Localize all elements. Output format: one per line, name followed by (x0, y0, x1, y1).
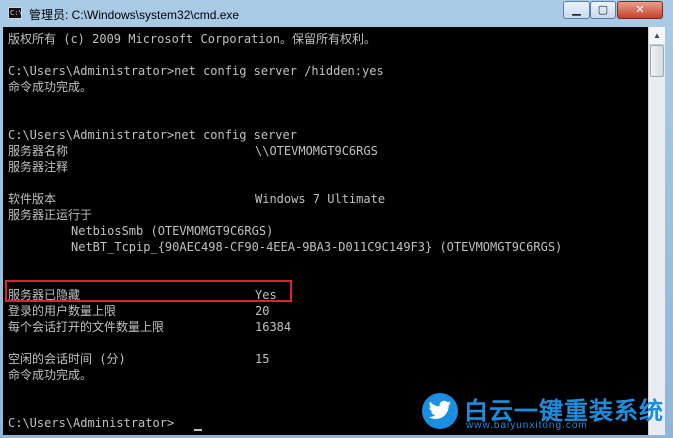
watermark-url: www.baiyunxitong.com (466, 420, 588, 431)
cmd-icon[interactable]: C:\ (8, 7, 23, 19)
transport-netbiossmb: NetbiosSmb (OTEVMOMGT9C6RGS) (71, 224, 274, 238)
console-line: 命令成功完成。 (8, 368, 93, 382)
max-open-files-label: 每个会话打开的文件数量上限 (8, 320, 165, 334)
vertical-scrollbar[interactable]: ▲ (648, 27, 665, 435)
server-name-label: 服务器名称 (8, 144, 69, 158)
close-button[interactable]: ✕ (617, 1, 663, 19)
maximize-button[interactable]: ▢ (590, 1, 616, 19)
software-version-value: Windows 7 Ultimate (255, 192, 386, 206)
console-line: C:\Users\Administrator>net config server… (8, 64, 384, 78)
minimize-icon: ▁ (572, 3, 581, 16)
transport-netbt-tcpip: NetBT_Tcpip_{90AEC498-CF90-4EEA-9BA3-D01… (71, 240, 563, 254)
cmd-window: C:\ 管理员: C:\Windows\system32\cmd.exe ▁ ▢… (0, 0, 673, 438)
console-output[interactable]: 版权所有 (c) 2009 Microsoft Corporation。保留所有… (3, 27, 648, 435)
window-title: 管理员: C:\Windows\system32\cmd.exe (29, 8, 240, 22)
server-running-on-label: 服务器正运行于 (8, 208, 93, 222)
software-version-label: 软件版本 (8, 192, 57, 206)
console-line: C:\Users\Administrator>net config server (8, 128, 297, 142)
max-users-label: 登录的用户数量上限 (8, 304, 117, 318)
console-line: 命令成功完成。 (8, 80, 93, 94)
server-comment-label: 服务器注释 (8, 160, 69, 174)
command-prompt[interactable]: C:\Users\Administrator> (8, 415, 174, 431)
text-cursor (194, 429, 202, 431)
console-line: 版权所有 (c) 2009 Microsoft Corporation。保留所有… (8, 32, 376, 46)
title-bar[interactable]: C:\ 管理员: C:\Windows\system32\cmd.exe ▁ ▢… (0, 0, 673, 27)
twitter-bird-icon (422, 393, 458, 429)
highlight-box (5, 280, 292, 302)
idle-time-value: 15 (255, 352, 270, 366)
watermark: 白云一键重装系统 www.baiyunxitong.com (418, 391, 668, 433)
scroll-up-icon[interactable]: ▲ (649, 27, 665, 45)
scroll-thumb[interactable] (650, 45, 664, 77)
max-users-value: 20 (255, 304, 270, 318)
idle-time-label: 空闲的会话时间 (分) (8, 352, 126, 366)
max-open-files-value: 16384 (255, 320, 292, 334)
minimize-button[interactable]: ▁ (563, 1, 590, 19)
maximize-icon: ▢ (597, 3, 609, 16)
close-icon: ✕ (635, 3, 645, 16)
server-name-value: \\OTEVMOMGT9C6RGS (255, 144, 378, 158)
